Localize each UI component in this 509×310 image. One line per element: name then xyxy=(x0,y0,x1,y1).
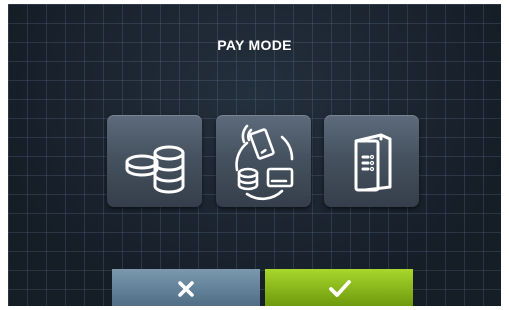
coins-option-button[interactable] xyxy=(107,115,202,207)
cashless-option-button[interactable] xyxy=(216,115,311,207)
pay-mode-screen: PAY MODE xyxy=(8,4,501,306)
central-payment-terminal-icon xyxy=(354,133,392,192)
confirm-button[interactable] xyxy=(265,269,413,306)
cancel-button[interactable] xyxy=(112,269,260,306)
payment-terminal-option-button[interactable] xyxy=(324,115,419,207)
check-icon xyxy=(329,280,351,297)
coins-icon xyxy=(125,145,185,194)
cashless-payment-icon xyxy=(235,124,294,201)
page-title: PAY MODE xyxy=(217,37,292,53)
close-icon xyxy=(178,281,194,297)
